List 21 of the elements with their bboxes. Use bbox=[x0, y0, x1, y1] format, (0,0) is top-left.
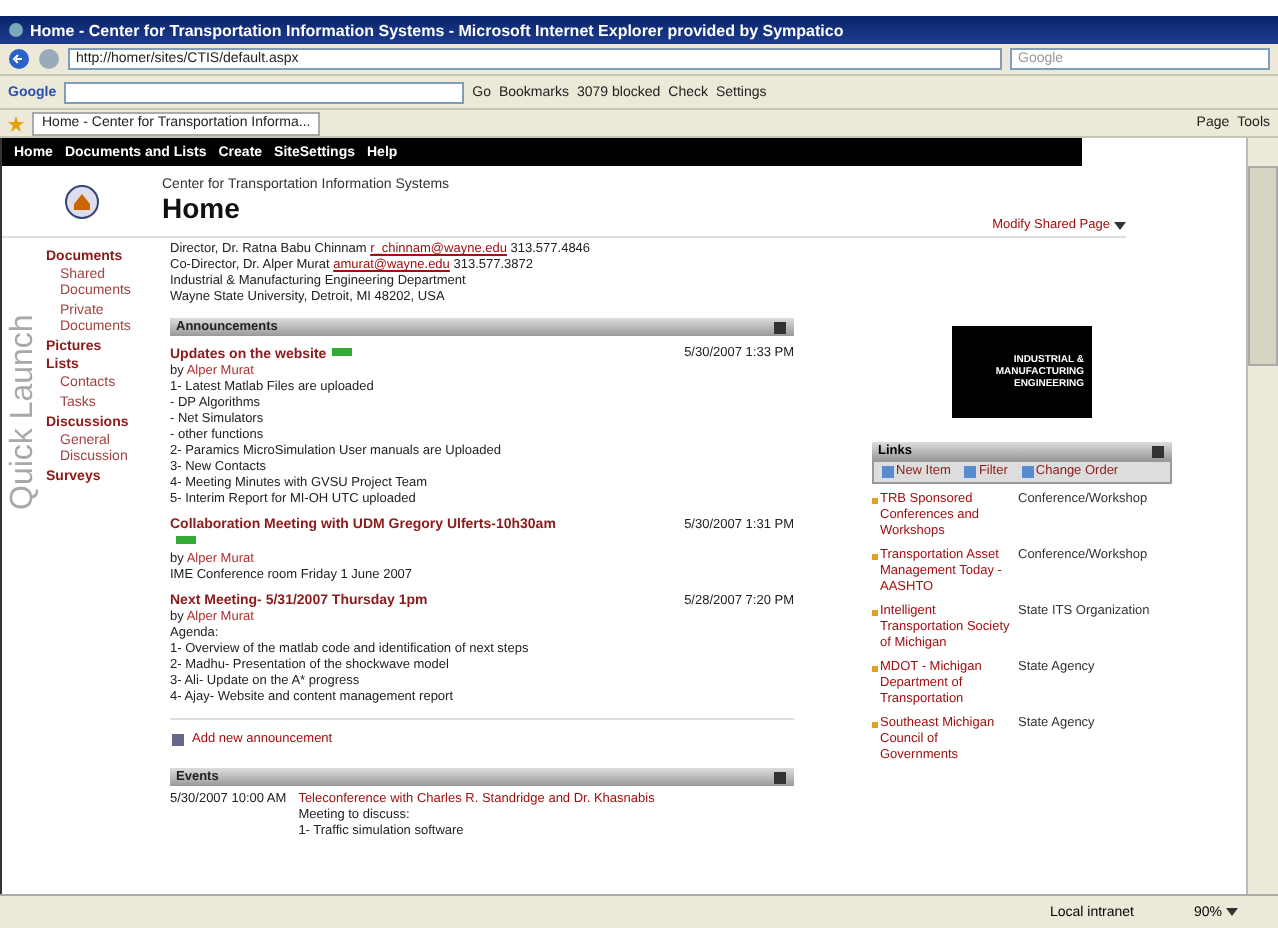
bullet-icon bbox=[872, 492, 880, 508]
window-title: Home - Center for Transportation Information Systems - Microsoft Internet Explorer provided by Sympatico bbox=[30, 21, 844, 39]
bullet-icon bbox=[170, 732, 186, 748]
browser-icon bbox=[8, 22, 24, 38]
scrollbar[interactable] bbox=[1246, 138, 1278, 894]
back-icon[interactable] bbox=[8, 48, 30, 70]
square-icon bbox=[1021, 466, 1034, 478]
home-icon bbox=[64, 183, 100, 219]
bullet-icon bbox=[872, 660, 880, 676]
caret-icon bbox=[1114, 221, 1126, 229]
google-search-field[interactable] bbox=[64, 81, 465, 103]
square-icon bbox=[964, 466, 977, 478]
square-icon bbox=[882, 466, 894, 478]
star-icon[interactable] bbox=[8, 115, 24, 131]
bullet-icon bbox=[872, 604, 880, 620]
caret-icon bbox=[1226, 908, 1238, 916]
bullet-icon bbox=[872, 548, 880, 564]
page-title: Home bbox=[162, 192, 242, 224]
quick-launch-label: Quick Launch bbox=[6, 312, 42, 510]
bullet-icon bbox=[872, 716, 880, 732]
forward-icon[interactable] bbox=[38, 48, 60, 70]
